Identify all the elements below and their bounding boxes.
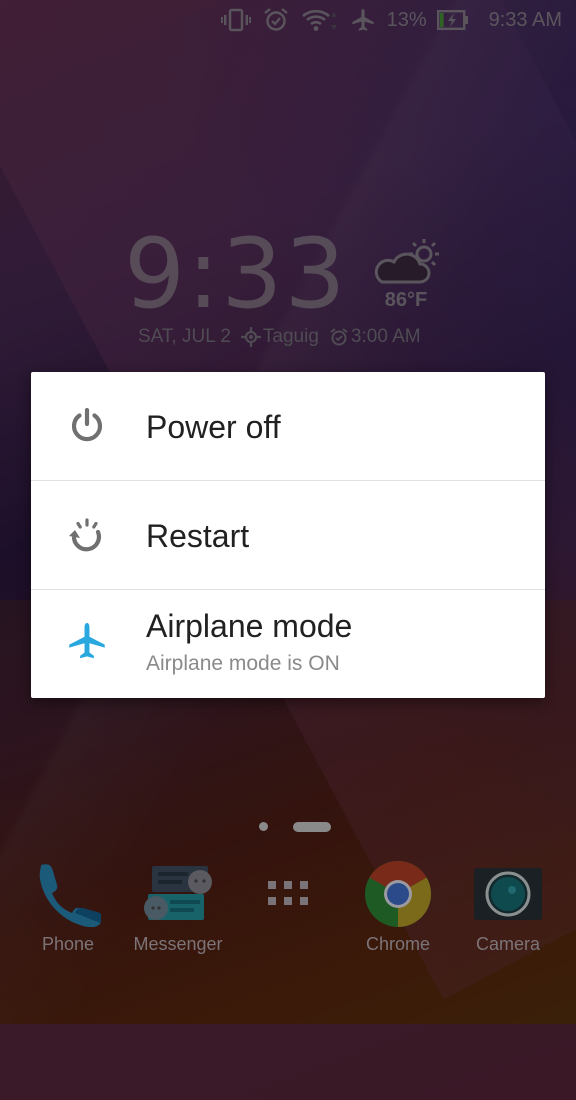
airplane-icon [67,622,107,662]
airplane-mode-option[interactable]: Airplane mode Airplane mode is ON [31,589,545,699]
app-label: Messenger [133,934,223,954]
phone-icon [34,860,102,928]
app-label: Camera [475,934,541,954]
app-label: Chrome [365,934,431,954]
page-indicator-dot [259,822,268,831]
power-menu-dialog: Power off Restart Airplane mode Airplane… [31,372,545,698]
restart-option[interactable]: Restart [31,480,545,589]
page-indicator-current [293,822,331,832]
restart-icon [67,516,107,556]
power-off-option[interactable]: Power off [31,372,545,480]
power-off-label: Power off [146,409,281,445]
dock-app-phone[interactable]: Phone [20,860,116,955]
camera-icon [474,860,542,928]
restart-label: Restart [146,518,250,554]
airplane-mode-status: Airplane mode is ON [146,652,340,675]
app-label: Phone [41,934,95,954]
airplane-mode-label: Airplane mode [146,608,353,644]
dock-app-chrome[interactable]: Chrome [350,860,446,955]
dock-app-camera[interactable]: Camera [460,860,556,955]
power-icon [67,406,107,446]
chrome-icon [364,860,432,928]
dock-app-messenger[interactable]: Messenger [130,860,226,955]
dock-app-drawer[interactable] [240,860,336,928]
app-drawer-icon [254,860,322,928]
messenger-icon [144,860,212,928]
